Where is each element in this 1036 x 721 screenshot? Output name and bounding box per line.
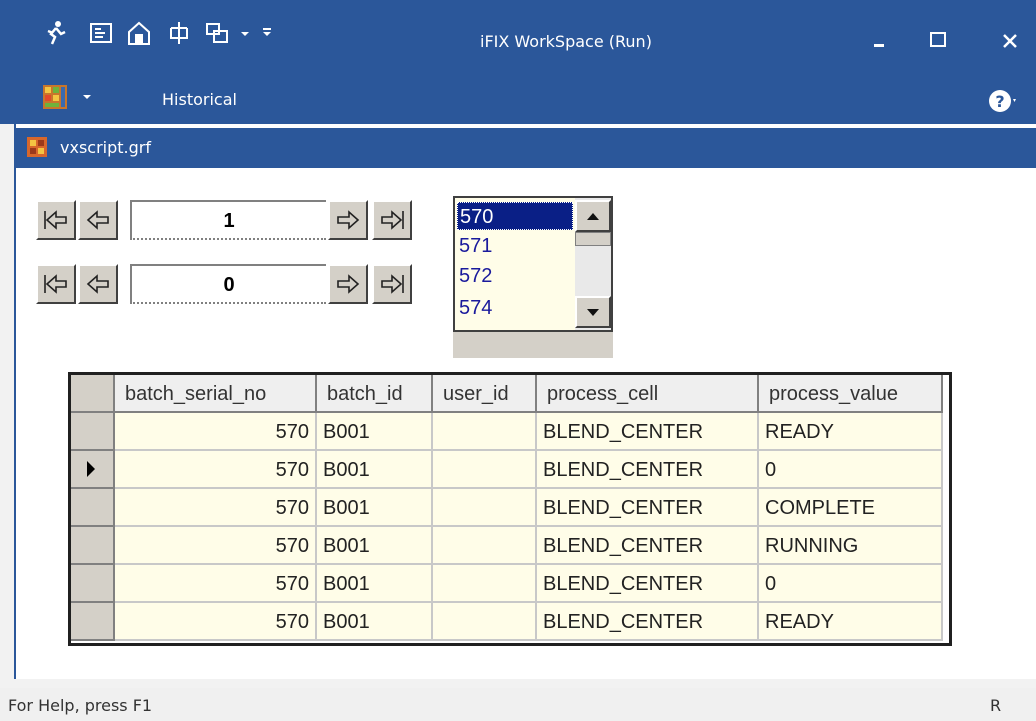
last-arrow-icon xyxy=(381,210,404,230)
table-cell[interactable]: 570 xyxy=(115,489,317,527)
minimize-button[interactable] xyxy=(866,26,894,54)
last-record-button[interactable] xyxy=(372,200,412,240)
row-selector[interactable] xyxy=(71,565,115,603)
windows-icon[interactable] xyxy=(204,20,230,46)
grid-corner-cell[interactable] xyxy=(71,375,115,413)
table-cell[interactable]: 570 xyxy=(115,603,317,641)
status-bar: For Help, press F1 R xyxy=(0,688,1036,721)
status-indicator: R xyxy=(990,696,1002,715)
right-arrow-icon xyxy=(337,210,360,230)
arrow-down-icon xyxy=(587,309,599,316)
column-header[interactable]: process_value xyxy=(759,375,943,413)
table-cell[interactable]: BLEND_CENTER xyxy=(537,527,759,565)
close-button[interactable] xyxy=(996,26,1024,54)
table-cell[interactable] xyxy=(433,603,537,641)
table-cell[interactable]: 0 xyxy=(759,451,943,489)
scroll-thumb[interactable] xyxy=(575,232,611,246)
status-help-text: For Help, press F1 xyxy=(8,696,153,715)
previous-record-button[interactable] xyxy=(78,200,118,240)
table-cell[interactable]: BLEND_CENTER xyxy=(537,489,759,527)
table-cell[interactable] xyxy=(433,489,537,527)
record-position-field[interactable]: 0 xyxy=(130,264,326,304)
tab-historical[interactable]: Historical xyxy=(162,90,237,109)
table-cell[interactable]: READY xyxy=(759,603,943,641)
table-cell[interactable]: COMPLETE xyxy=(759,489,943,527)
list-item[interactable]: 571 xyxy=(457,232,575,260)
last-arrow-icon xyxy=(381,274,404,294)
row-selector[interactable] xyxy=(71,451,115,489)
table-cell[interactable]: READY xyxy=(759,413,943,451)
table-cell[interactable]: B001 xyxy=(317,527,433,565)
column-header[interactable]: batch_serial_no xyxy=(115,375,317,413)
table-cell[interactable]: B001 xyxy=(317,451,433,489)
app-menu-dropdown-icon[interactable] xyxy=(80,90,94,104)
list-item[interactable]: 572 xyxy=(457,262,575,290)
right-arrow-icon xyxy=(337,274,360,294)
table-cell[interactable] xyxy=(433,413,537,451)
table-cell[interactable]: 570 xyxy=(115,565,317,603)
table-cell[interactable]: 570 xyxy=(115,413,317,451)
column-header[interactable]: process_cell xyxy=(537,375,759,413)
table-cell[interactable]: BLEND_CENTER xyxy=(537,413,759,451)
application-menu-icon[interactable] xyxy=(42,84,68,110)
row-selector[interactable] xyxy=(71,489,115,527)
first-record-button[interactable] xyxy=(36,200,76,240)
previous-record-button[interactable] xyxy=(78,264,118,304)
list-item[interactable]: 574 xyxy=(457,294,575,322)
document-title: vxscript.grf xyxy=(60,138,151,157)
window-title: iFIX WorkSpace (Run) xyxy=(480,32,652,51)
table-cell[interactable]: BLEND_CENTER xyxy=(537,565,759,603)
svg-text:?: ? xyxy=(995,92,1004,111)
home-icon[interactable] xyxy=(126,20,152,46)
current-row-icon xyxy=(87,461,95,477)
ribbon-bar: Historical ? xyxy=(0,80,1036,124)
table-cell[interactable]: 570 xyxy=(115,527,317,565)
column-header[interactable]: user_id xyxy=(433,375,537,413)
scroll-down-button[interactable] xyxy=(575,296,611,328)
row-selector[interactable] xyxy=(71,527,115,565)
mission-control-icon[interactable] xyxy=(166,20,192,46)
table-cell[interactable] xyxy=(433,527,537,565)
table-cell[interactable]: BLEND_CENTER xyxy=(537,603,759,641)
table-cell[interactable]: B001 xyxy=(317,603,433,641)
data-grid[interactable]: batch_serial_no batch_id user_id process_ce… xyxy=(68,372,952,646)
row-selector[interactable] xyxy=(71,603,115,641)
left-arrow-icon xyxy=(86,210,109,230)
title-bar: iFIX WorkSpace (Run) xyxy=(0,0,1036,80)
left-arrow-icon xyxy=(86,274,109,294)
graphic-file-icon xyxy=(27,137,47,157)
table-cell[interactable]: RUNNING xyxy=(759,527,943,565)
listbox-footer xyxy=(453,332,613,358)
dropdown-arrow-icon[interactable] xyxy=(238,20,252,46)
table-cell[interactable]: 570 xyxy=(115,451,317,489)
first-record-button[interactable] xyxy=(36,264,76,304)
maximize-button[interactable] xyxy=(924,26,952,54)
customize-toolbar-icon[interactable] xyxy=(260,20,274,46)
table-cell[interactable]: 0 xyxy=(759,565,943,603)
first-arrow-icon xyxy=(44,274,67,294)
next-record-button[interactable] xyxy=(328,264,368,304)
list-item[interactable]: 570 xyxy=(457,202,573,230)
first-arrow-icon xyxy=(44,210,67,230)
scroll-up-button[interactable] xyxy=(575,200,611,232)
listbox-scrollbar[interactable] xyxy=(575,198,611,330)
document-window: vxscript.grf 1 0 570 571 572 574 batch_s… xyxy=(14,124,1036,679)
column-header[interactable]: batch_id xyxy=(317,375,433,413)
tag-status-icon[interactable] xyxy=(88,20,114,46)
table-cell[interactable] xyxy=(433,451,537,489)
help-icon[interactable]: ? xyxy=(986,86,1016,116)
arrow-up-icon xyxy=(587,213,599,220)
batch-listbox[interactable]: 570 571 572 574 xyxy=(453,196,613,332)
table-cell[interactable]: B001 xyxy=(317,413,433,451)
last-record-button[interactable] xyxy=(372,264,412,304)
next-record-button[interactable] xyxy=(328,200,368,240)
table-cell[interactable] xyxy=(433,565,537,603)
table-cell[interactable]: B001 xyxy=(317,565,433,603)
record-position-field[interactable]: 1 xyxy=(130,200,326,240)
run-icon[interactable] xyxy=(42,20,68,46)
document-title-bar: vxscript.grf xyxy=(16,128,1036,168)
table-cell[interactable]: BLEND_CENTER xyxy=(537,451,759,489)
row-selector[interactable] xyxy=(71,413,115,451)
table-cell[interactable]: B001 xyxy=(317,489,433,527)
